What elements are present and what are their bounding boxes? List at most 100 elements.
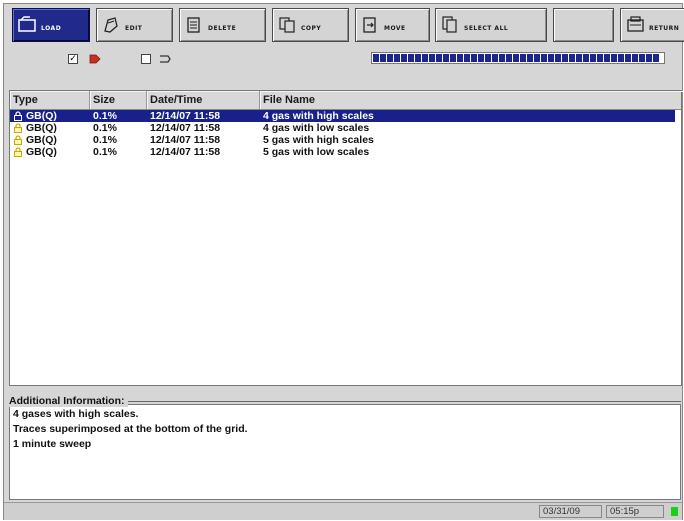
progress-segment [401,54,407,62]
checkbox-1[interactable]: ✓ [68,54,78,64]
cell-filename: 5 gas with high scales [263,134,374,146]
edit-button[interactable]: EDIT [96,8,173,42]
progress-segment [541,54,547,62]
cell-datetime: 12/14/07 11:58 [150,146,221,158]
return-label: RETURN [649,25,680,32]
file-row[interactable]: GB(Q) 0.1% 12/14/07 11:58 4 gas with high s… [10,110,681,122]
progress-segment [520,54,526,62]
status-led [671,507,678,516]
progress-segment [513,54,519,62]
info-line: 4 gases with high scales. [13,408,139,420]
info-line: Traces superimposed at the bottom of the… [13,423,248,435]
column-datetime[interactable]: Date/Time [147,91,260,109]
status-date: 03/31/09 [539,505,602,518]
progress-segment [422,54,428,62]
file-row[interactable]: GB(Q) 0.1% 12/14/07 11:58 4 gas with low sc… [10,122,681,134]
toolbar: LOAD EDIT DELETE COPY MOVE SELECT ALL RE… [8,8,684,44]
cell-datetime: 12/14/07 11:58 [150,110,221,122]
progress-segment [492,54,498,62]
cell-size: 0.1% [93,134,117,146]
progress-segment [590,54,596,62]
progress-segment [576,54,582,62]
return-button[interactable]: RETURN [620,8,684,42]
progress-segment [408,54,414,62]
progress-segment [618,54,624,62]
lock-icon [14,123,22,133]
progress-segment [639,54,645,62]
edit-label: EDIT [125,25,143,32]
progress-segment [597,54,603,62]
info-line: 1 minute sweep [13,438,92,450]
copy-icon [279,17,295,33]
load-button[interactable]: LOAD [12,8,90,42]
progress-segment [415,54,421,62]
cell-datetime: 12/14/07 11:58 [150,134,221,146]
column-type[interactable]: Type [10,91,90,109]
lock-icon [14,147,22,157]
progress-segment [611,54,617,62]
cell-filename: 4 gas with low scales [263,122,370,134]
progress-segment [394,54,400,62]
progress-bar [371,52,665,64]
progress-segment [436,54,442,62]
edit-icon [104,17,118,33]
progress-segment [457,54,463,62]
lock-icon [14,135,22,145]
progress-segment [583,54,589,62]
select-all-button[interactable]: SELECT ALL [435,8,547,42]
cell-size: 0.1% [93,110,117,122]
cell-datetime: 12/14/07 11:58 [150,122,221,134]
progress-segment [471,54,477,62]
status-time: 05:15p [606,505,664,518]
checkbox-2[interactable] [141,54,151,64]
status-bar: 03/31/09 05:15p [4,502,682,520]
delete-button[interactable]: DELETE [179,8,266,42]
delete-label: DELETE [208,25,237,32]
progress-segment [464,54,470,62]
column-filename[interactable]: File Name [260,91,683,109]
red-pointer-icon [89,54,101,64]
cell-filename: 5 gas with low scales [263,146,370,158]
blank-button[interactable] [553,8,614,42]
cell-filename: 4 gas with high scales [263,110,374,122]
progress-segment [534,54,540,62]
copy-label: COPY [301,25,322,32]
progress-segment [569,54,575,62]
file-row[interactable]: GB(Q) 0.1% 12/14/07 11:58 5 gas with high s… [10,134,681,146]
progress-segment [548,54,554,62]
column-size[interactable]: Size [90,91,147,109]
progress-segment [450,54,456,62]
progress-segment [625,54,631,62]
delete-icon [187,17,200,33]
progress-segment [506,54,512,62]
progress-segment [653,54,659,62]
load-label: LOAD [41,25,62,32]
progress-segment [499,54,505,62]
file-list: Type Size Date/Time File Name GB(Q) 0.1% 1… [9,90,682,386]
progress-segment [429,54,435,62]
options-row: ✓ [4,47,682,71]
progress-segment [527,54,533,62]
progress-segment [387,54,393,62]
copy-button[interactable]: COPY [272,8,349,42]
progress-segment [604,54,610,62]
file-manager-window: LOAD EDIT DELETE COPY MOVE SELECT ALL RE… [3,3,684,520]
cell-size: 0.1% [93,146,117,158]
cell-type: GB(Q) [26,122,57,134]
return-icon [627,16,644,32]
cell-size: 0.1% [93,122,117,134]
progress-segment [443,54,449,62]
lock-icon [14,111,22,121]
file-list-header: Type Size Date/Time File Name [10,91,681,110]
cell-type: GB(Q) [26,146,57,158]
progress-segment [562,54,568,62]
move-button[interactable]: MOVE [355,8,430,42]
progress-segment [646,54,652,62]
load-icon [18,16,36,32]
file-row[interactable]: GB(Q) 0.1% 12/14/07 11:58 5 gas with low sc… [10,146,681,158]
progress-segment [373,54,379,62]
cell-type: GB(Q) [26,110,57,122]
progress-segment [380,54,386,62]
cell-type: GB(Q) [26,134,57,146]
progress-segment [632,54,638,62]
